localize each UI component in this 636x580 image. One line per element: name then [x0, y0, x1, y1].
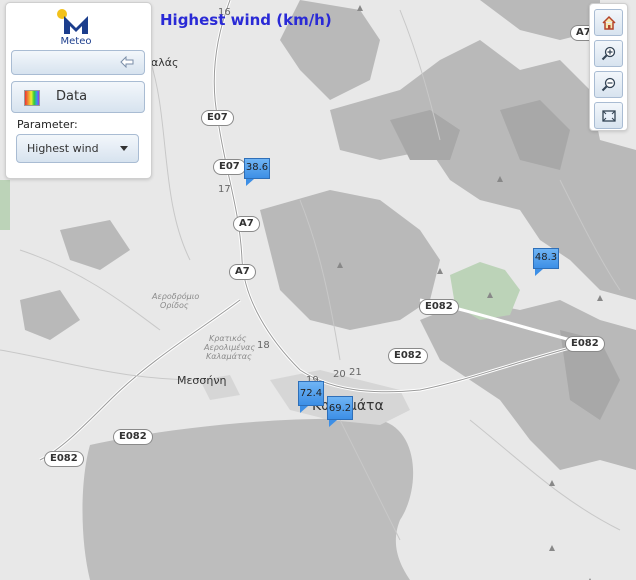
meteo-logo: Meteo	[54, 8, 98, 48]
map-toolbar	[589, 3, 628, 131]
station-value: 69.2	[328, 403, 352, 414]
airport-label: Αερολιμένας	[204, 343, 256, 352]
zoom-in-button[interactable]	[594, 40, 623, 67]
station-value: 38.6	[245, 162, 269, 173]
road-shield: E082	[419, 299, 459, 315]
map-view[interactable]: αλάς Μεσσήνη Καλαμάτα Αεροδρόμιο Ορίδος …	[0, 0, 636, 580]
zoom-out-icon	[601, 77, 616, 92]
airport-label: Αεροδρόμιο	[152, 292, 200, 301]
zoom-in-icon	[601, 46, 616, 61]
parameter-selected-value: Highest wind	[27, 142, 99, 155]
marker-pointer	[246, 179, 254, 186]
logo-icon	[57, 9, 88, 34]
junction-number: 20	[333, 369, 346, 380]
airport-label: Κρατικός	[209, 334, 247, 343]
logo-text: Meteo	[60, 36, 92, 47]
parameter-label: Parameter:	[17, 118, 78, 131]
place-label-messini: Μεσσήνη	[177, 374, 227, 387]
marker-pointer	[300, 406, 308, 413]
zoom-out-button[interactable]	[594, 71, 623, 98]
station-marker[interactable]: 69.2	[327, 396, 353, 427]
map-title: Highest wind (km/h)	[160, 11, 332, 29]
road-shield: A7	[229, 264, 256, 280]
junction-number: 21	[349, 367, 362, 378]
road-shield: A7	[233, 216, 260, 232]
marker-pointer	[535, 269, 543, 276]
airport-label: Ορίδος	[160, 301, 189, 310]
station-marker[interactable]: 48.3	[533, 248, 559, 276]
road-shield: E082	[44, 451, 84, 467]
road-shield: E07	[201, 110, 234, 126]
parameter-select[interactable]: Highest wind	[16, 134, 139, 163]
place-label: αλάς	[151, 56, 179, 69]
home-button[interactable]	[594, 9, 623, 36]
data-button[interactable]: Data	[11, 81, 145, 113]
marker-pointer	[329, 420, 337, 427]
station-value: 48.3	[534, 252, 558, 263]
control-panel: Meteo Data Parameter: Highest wind	[5, 2, 152, 179]
home-icon	[602, 15, 616, 30]
palette-icon	[24, 90, 40, 106]
back-button[interactable]	[11, 50, 145, 75]
airport-label: Καλαμάτας	[206, 352, 252, 361]
junction-number: 17	[218, 184, 231, 195]
data-button-label: Data	[56, 89, 88, 104]
road-shield: E082	[565, 336, 605, 352]
station-value: 72.4	[299, 388, 323, 399]
zoom-extent-button[interactable]	[594, 102, 623, 129]
road-shield: E082	[113, 429, 153, 445]
road-shield: E082	[388, 348, 428, 364]
station-marker[interactable]: 72.4	[298, 381, 324, 413]
junction-number: 18	[257, 340, 270, 351]
station-marker[interactable]: 38.6	[244, 158, 270, 186]
back-arrow-icon	[120, 56, 134, 68]
chevron-down-icon	[120, 146, 128, 151]
full-extent-icon	[602, 110, 616, 122]
road-shield: E07	[213, 159, 246, 175]
